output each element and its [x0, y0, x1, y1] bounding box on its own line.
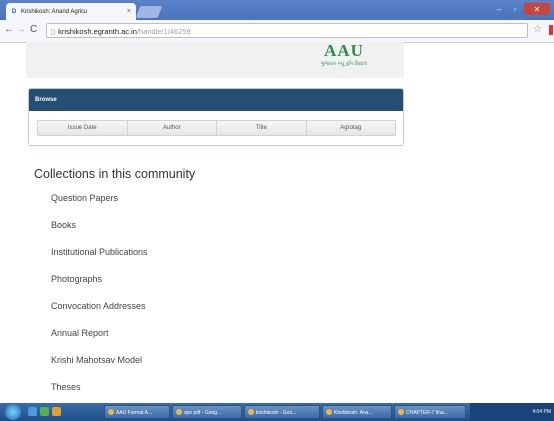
quicklaunch-media-icon[interactable] — [40, 407, 49, 416]
taskbar-item[interactable]: AAU Format A... — [104, 405, 170, 419]
taskbar-item[interactable]: Krishikosh: Ana... — [322, 405, 392, 419]
aau-logo[interactable]: AAU ગુજરાત ન્યૂ કૃષિ વિદ્યાલ — [299, 41, 389, 68]
collections-list: Question Papers Books Institutional Publ… — [51, 192, 148, 408]
address-bar[interactable]: ▯ krishikosh.egranth.ac.in/handle/1/46259 — [46, 23, 528, 38]
new-tab-button[interactable] — [135, 6, 163, 18]
tab-close-icon[interactable]: × — [127, 8, 131, 15]
tab-title: Krishikosh: Anand Agricu — [21, 8, 88, 15]
reload-icon[interactable]: C — [30, 24, 37, 35]
browser-tab[interactable]: D Krishikosh: Anand Agricu × — [6, 3, 136, 20]
collection-link-institutional-publications[interactable]: Institutional Publications — [51, 246, 148, 273]
site-favicon-icon: D — [11, 8, 17, 15]
collection-link-books[interactable]: Books — [51, 219, 148, 246]
window-maximize-button[interactable]: ▫ — [508, 3, 522, 15]
browse-title-button[interactable]: Title — [216, 120, 307, 136]
collections-heading: Collections in this community — [34, 167, 196, 181]
url-path: /handle/1/46259 — [136, 27, 191, 36]
browse-button-group: Issue Date Author Title Agrotag — [37, 120, 396, 136]
page-header: AAU ગુજરાત ન્યૂ કૃષિ વિદ્યાલ — [26, 42, 404, 78]
browse-agrotag-button[interactable]: Agrotag — [305, 120, 396, 136]
taskbar-item[interactable]: krishikosh - Goo... — [244, 405, 320, 419]
browse-panel: Browse Issue Date Author Title Agrotag — [28, 88, 404, 146]
collection-link-question-papers[interactable]: Question Papers — [51, 192, 148, 219]
browse-title: Browse — [29, 89, 403, 111]
clock[interactable]: 4:04 PM — [532, 409, 551, 415]
window-minimize-button[interactable]: – — [492, 3, 506, 15]
browse-issue-date-button[interactable]: Issue Date — [37, 120, 128, 136]
browser-titlebar: D Krishikosh: Anand Agricu × – ▫ ✕ — [0, 0, 554, 20]
page-icon: ▯ — [51, 27, 56, 36]
start-button-icon[interactable] — [5, 404, 21, 420]
browse-author-button[interactable]: Author — [126, 120, 217, 136]
quicklaunch-ie-icon[interactable] — [28, 407, 37, 416]
collection-link-krishi-mahotsav-model[interactable]: Krishi Mahotsav Model — [51, 354, 148, 381]
collection-link-convocation-addresses[interactable]: Convocation Addresses — [51, 300, 148, 327]
logo-subtext: ગુજરાત ન્યૂ કૃષિ વિદ્યાલ — [320, 61, 368, 67]
system-tray: 4:04 PM — [470, 403, 554, 421]
forward-arrow-icon[interactable]: → — [16, 24, 26, 35]
bookmark-star-icon[interactable]: ☆ — [533, 24, 542, 35]
collection-link-photographs[interactable]: Photographs — [51, 273, 148, 300]
url-host: krishikosh.egranth.ac.in — [58, 27, 137, 36]
taskbar-item[interactable]: spe pdf - Goog... — [172, 405, 242, 419]
back-arrow-icon[interactable]: ← — [4, 24, 14, 35]
menu-icon[interactable] — [549, 25, 553, 35]
collection-link-annual-report[interactable]: Annual Report — [51, 327, 148, 354]
browser-toolbar: ← → C ▯ krishikosh.egranth.ac.in/handle/1… — [0, 20, 554, 43]
logo-text: AAU — [324, 41, 364, 60]
taskbar-item[interactable]: CHAPTER-7 fina... — [394, 405, 466, 419]
taskbar: AAU Format A... spe pdf - Goog... krishi… — [0, 403, 554, 421]
window-close-button[interactable]: ✕ — [524, 3, 550, 15]
quicklaunch-folder-icon[interactable] — [52, 407, 61, 416]
